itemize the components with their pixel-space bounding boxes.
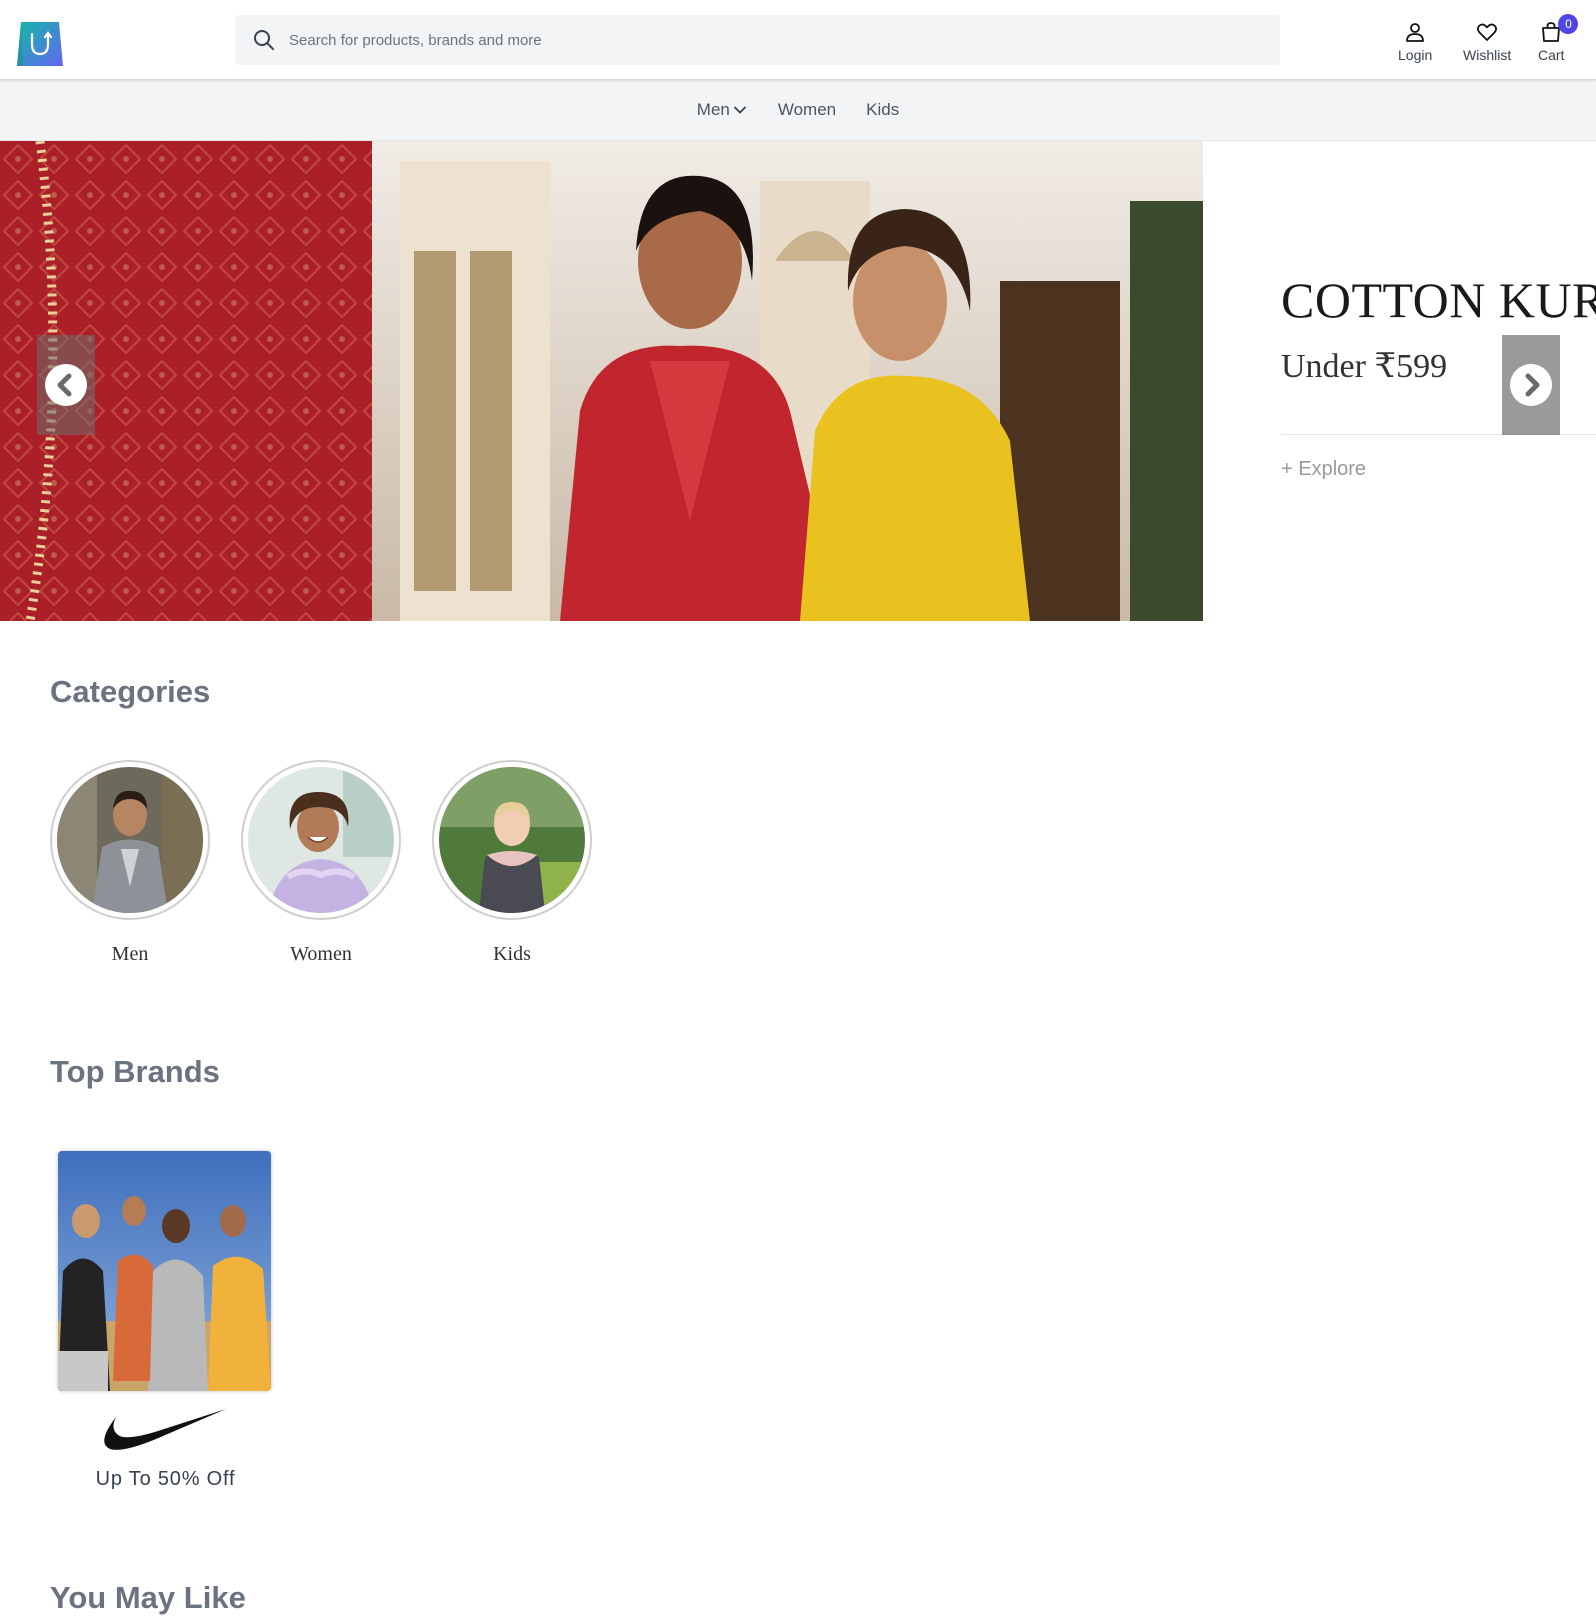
- login-label: Login: [1398, 47, 1433, 63]
- category-image-frame: [241, 760, 401, 920]
- carousel-next-button[interactable]: [1502, 335, 1560, 435]
- user-icon: [1406, 23, 1425, 42]
- heart-icon: [1477, 23, 1498, 41]
- nav-item-men[interactable]: Men: [697, 100, 748, 120]
- login-button[interactable]: Login: [1398, 20, 1432, 63]
- category-image-frame: [50, 760, 210, 920]
- search-icon[interactable]: [252, 28, 276, 52]
- hero-carousel: COTTON KURTAS Under ₹599 + Explore: [0, 141, 1596, 621]
- nike-swoosh-logo: [104, 1409, 226, 1450]
- you-may-like-heading: You May Like: [50, 1580, 246, 1615]
- category-kids[interactable]: Kids: [432, 760, 592, 965]
- cart-label: Cart: [1538, 47, 1565, 63]
- carousel-prev-button[interactable]: [37, 335, 95, 435]
- category-women-image: [248, 767, 394, 913]
- site-header: Login Wishlist Cart 0: [0, 0, 1596, 80]
- brand-offer-text: Up To 50% Off: [95, 1468, 236, 1490]
- category-men[interactable]: Men: [50, 760, 210, 965]
- nav-item-label: Kids: [866, 100, 900, 119]
- wishlist-label: Wishlist: [1463, 47, 1512, 63]
- cart-button[interactable]: Cart 0: [1538, 14, 1579, 63]
- categories-heading: Categories: [50, 674, 211, 709]
- brand-banner-image: [58, 1151, 271, 1391]
- chevron-right-icon: [1510, 364, 1552, 406]
- cart-count-badge: 0: [1558, 14, 1579, 34]
- shopping-bag-logo[interactable]: [15, 18, 65, 70]
- category-label: Kids: [493, 943, 531, 965]
- hero-banner-image[interactable]: [0, 141, 1203, 621]
- search-bar: [235, 15, 1280, 65]
- nav-item-women[interactable]: Women: [778, 100, 836, 120]
- nav-item-label: Women: [777, 100, 837, 119]
- brand-card-nike[interactable]: [58, 1151, 271, 1391]
- hero-subtitle: Under ₹599: [1281, 348, 1448, 385]
- category-label: Women: [290, 943, 352, 965]
- category-kids-image: [439, 767, 585, 913]
- category-men-image: [57, 767, 203, 913]
- category-women[interactable]: Women: [241, 760, 401, 965]
- chevron-down-icon: [733, 106, 746, 114]
- search-input[interactable]: [289, 31, 1189, 49]
- hero-title: COTTON KURTAS: [1281, 272, 1596, 328]
- category-nav: Men Women Kids: [0, 80, 1596, 141]
- nav-item-label: Men: [696, 100, 730, 119]
- category-image-frame: [432, 760, 592, 920]
- nav-item-kids[interactable]: Kids: [866, 100, 899, 120]
- top-brands-heading: Top Brands: [50, 1054, 220, 1089]
- wishlist-button[interactable]: Wishlist: [1463, 20, 1511, 63]
- hero-explore-link[interactable]: + Explore: [1281, 458, 1366, 481]
- chevron-left-icon: [45, 364, 87, 406]
- category-label: Men: [111, 943, 149, 965]
